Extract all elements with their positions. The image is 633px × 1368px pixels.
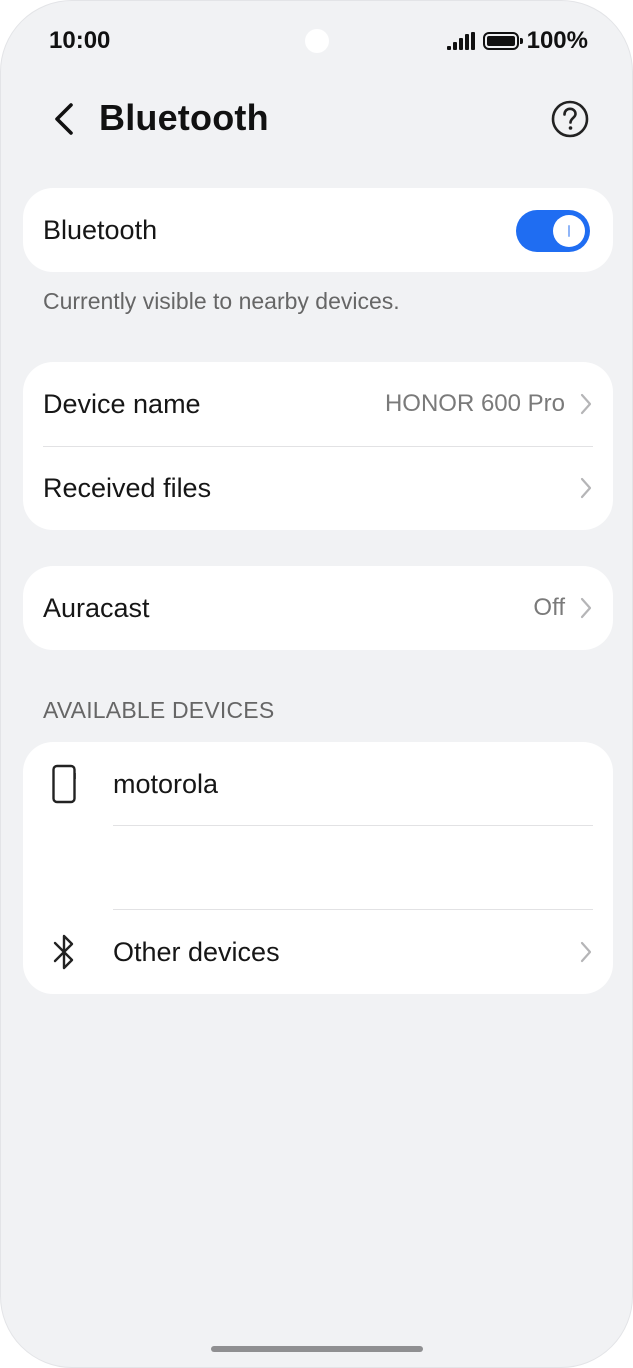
device-name-label: Device name [43,389,201,419]
auracast-label: Auracast [43,593,150,623]
auracast-row[interactable]: Auracast Off [23,566,613,650]
signal-icon [446,32,475,50]
bluetooth-icon [53,934,74,970]
bluetooth-toggle-row[interactable]: Bluetooth [23,188,613,272]
battery-percentage: 100% [526,27,588,54]
chevron-right-icon [580,393,592,415]
status-bar: 10:00 100% [1,1,632,81]
home-indicator[interactable] [211,1346,423,1352]
chevron-right-icon [580,477,592,499]
received-files-label: Received files [43,473,212,503]
chevron-right-icon [580,597,592,619]
device-settings-card: Device name HONOR 600 Pro Received files [23,362,613,530]
switch-knob [553,215,585,247]
available-devices-card: motorola Other devices [23,742,613,994]
status-indicators: 100% [446,27,588,55]
received-files-row[interactable]: Received files [23,446,613,530]
phone-screen: 10:00 100% Bluetooth Bluetooth Currently… [0,0,633,1368]
back-arrow-icon[interactable] [45,97,85,141]
visibility-caption: Currently visible to nearby devices. [43,288,400,314]
auracast-card: Auracast Off [23,566,613,650]
available-devices-header: AVAILABLE DEVICES [43,697,275,723]
chevron-right-icon [580,941,592,963]
bluetooth-label: Bluetooth [43,215,158,245]
device-name-row[interactable]: Device name HONOR 600 Pro [23,362,613,446]
help-icon[interactable] [549,98,591,140]
device-name-value: HONOR 600 Pro [384,390,565,417]
other-devices-label: Other devices [113,937,280,967]
page-header: Bluetooth [1,89,632,149]
battery-icon [482,32,523,50]
page-title: Bluetooth [99,97,269,138]
phone-icon [52,764,76,804]
other-devices-row[interactable]: Other devices [23,910,613,994]
bluetooth-switch[interactable] [516,210,590,252]
front-camera [305,29,329,53]
device-label: motorola [113,769,219,799]
device-list-empty-slot [23,826,613,910]
device-item-motorola[interactable]: motorola [23,742,613,826]
auracast-value: Off [533,594,565,621]
bluetooth-toggle-card: Bluetooth [23,188,613,272]
status-time: 10:00 [49,27,111,54]
